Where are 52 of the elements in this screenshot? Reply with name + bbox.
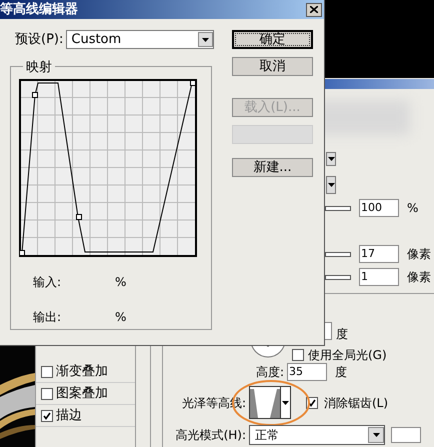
contour-picker[interactable] [249,386,291,419]
number-field[interactable]: 17 [359,245,399,263]
number-field[interactable]: 35 [287,363,327,381]
checkbox[interactable] [292,349,304,361]
altitude-label: 高度: [254,364,284,381]
effect-item[interactable]: 渐变叠加 [36,361,135,383]
checkbox[interactable] [41,410,53,422]
input-label: 输入: [33,274,62,290]
dialog-button[interactable]: 取消 [232,57,313,76]
caret-icon [202,38,210,42]
caret-icon [328,183,334,187]
checkmark-icon [308,398,316,406]
unit-label: 度 [335,364,347,381]
preset-label: 预设(P): [15,31,64,49]
dialog-button[interactable]: 新建... [232,158,313,177]
unit-label: % [115,274,126,290]
unit-label: 像素 [407,269,431,286]
slider-track[interactable] [325,252,351,256]
checkbox[interactable] [41,366,53,378]
control-point[interactable] [76,214,82,220]
close-button[interactable] [306,2,322,16]
unit-label: % [115,308,126,326]
number-field[interactable]: 1 [359,268,399,286]
control-point[interactable] [190,80,196,86]
highlight-mode-label: 高光模式(H): [174,427,246,444]
window-title: 等高线编辑器 [0,0,78,19]
dialog-button[interactable]: 确定 [232,30,313,49]
unit-label: % [407,200,418,217]
checkbox-label: 使用全局光(G) [308,347,387,364]
caret-icon [372,433,380,437]
effect-item[interactable]: 描边 [36,405,135,427]
contour-thumbnail-icon [250,387,280,418]
control-point[interactable] [19,250,25,256]
control-point[interactable] [32,92,38,98]
dropdown[interactable] [326,152,336,166]
checkbox[interactable] [41,388,53,400]
number-field[interactable]: 100 [359,199,399,217]
color-swatch[interactable] [391,427,421,443]
effect-item[interactable]: 图案叠加 [36,383,135,405]
mode-dropdown[interactable]: 正常 [249,425,385,445]
caret-icon [328,157,334,161]
checkbox-label: 消除锯齿(L) [324,394,388,412]
unit-label: 像素 [407,246,431,263]
close-icon [310,6,318,13]
unit-label: 度 [336,326,348,343]
output-label: 输出: [33,308,62,326]
slider-track[interactable] [325,274,351,280]
dropdown[interactable] [326,176,336,194]
preset-dropdown[interactable]: Custom [66,30,214,50]
slider-track[interactable] [325,206,351,210]
checkmark-icon [43,412,51,420]
caret-icon [282,400,289,404]
